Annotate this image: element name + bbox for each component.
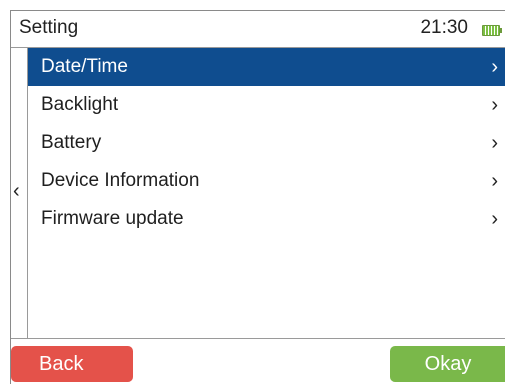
settings-screen: Setting 21:30 ‹ Date/Time › Backlight › … [10, 10, 505, 384]
okay-button[interactable]: Okay [390, 346, 505, 382]
clock-time: 21:30 [420, 17, 468, 38]
page-title: Setting [19, 17, 79, 38]
chevron-left-icon[interactable]: ‹ [13, 181, 20, 201]
chevron-right-icon: › [491, 132, 498, 154]
chevron-right-icon: › [491, 208, 498, 230]
menu-item-label: Backlight [41, 94, 119, 115]
chevron-right-icon: › [491, 94, 498, 116]
menu-item-backlight[interactable]: Backlight › [28, 86, 505, 124]
menu-item-date-time[interactable]: Date/Time › [28, 48, 505, 86]
footer-bar: Back Okay [11, 338, 505, 385]
chevron-right-icon: › [491, 56, 498, 78]
menu-item-label: Device Information [41, 170, 200, 191]
battery-icon [482, 25, 502, 36]
menu-item-device-information[interactable]: Device Information › [28, 162, 505, 200]
menu-item-label: Firmware update [41, 208, 184, 229]
menu-item-firmware-update[interactable]: Firmware update › [28, 200, 505, 238]
settings-menu-list: Date/Time › Backlight › Battery › Device… [28, 48, 505, 338]
side-nav: ‹ [11, 48, 28, 338]
chevron-right-icon: › [491, 170, 498, 192]
menu-item-label: Date/Time [41, 56, 128, 77]
menu-item-label: Battery [41, 132, 102, 153]
menu-item-battery[interactable]: Battery › [28, 124, 505, 162]
status-header: Setting 21:30 [11, 11, 505, 48]
back-button[interactable]: Back [11, 346, 133, 382]
